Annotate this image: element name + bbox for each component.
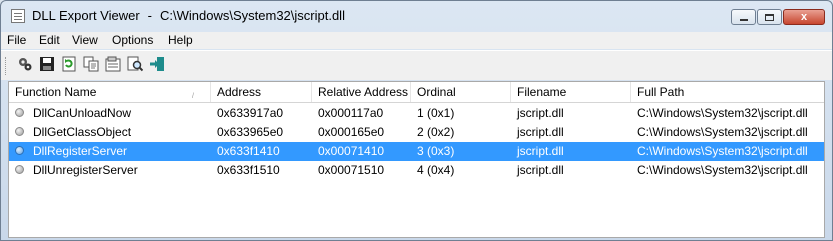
- cell-ordinal: 2 (0x2): [417, 125, 455, 139]
- cell-relative: 0x00071410: [318, 144, 385, 158]
- table-row[interactable]: DllGetClassObject 0x633965e0 0x000165e0 2 (…: [9, 123, 824, 142]
- column-label: Filename: [517, 85, 567, 99]
- cell-name: DllRegisterServer: [33, 144, 128, 158]
- maximize-button[interactable]: [757, 9, 782, 25]
- toolbar-grip[interactable]: [5, 57, 8, 75]
- table-row[interactable]: DllUnregisterServer 0x633f1510 0x00071510 4…: [9, 161, 824, 180]
- dll-export-viewer-window: DLL Export Viewer - C:\Windows\System32\js…: [0, 0, 833, 241]
- cell-address: 0x633965e0: [217, 125, 284, 139]
- cell-filename: jscript.dll: [517, 106, 564, 120]
- app-icon: [11, 9, 25, 23]
- copy-icon[interactable]: [83, 56, 99, 72]
- cell-address: 0x633f1410: [217, 144, 280, 158]
- column-header-function-name[interactable]: Function Name /: [9, 82, 211, 102]
- cell-filename: jscript.dll: [517, 125, 564, 139]
- table-row[interactable]: DllCanUnloadNow 0x633917a0 0x000117a0 1 (0x…: [9, 104, 824, 123]
- cell-name: DllUnregisterServer: [33, 163, 138, 177]
- table-row[interactable]: DllRegisterServer 0x633f1410 0x00071410 3 (…: [9, 142, 824, 161]
- column-label: Relative Address: [318, 85, 409, 99]
- cell-path: C:\Windows\System32\jscript.dll: [637, 106, 808, 120]
- cell-name: DllGetClassObject: [33, 125, 132, 139]
- cell-ordinal: 3 (0x3): [417, 144, 455, 158]
- column-header-filename[interactable]: Filename: [511, 82, 631, 102]
- function-bullet-icon: [15, 146, 24, 155]
- file-path-title: C:\Windows\System32\jscript.dll: [160, 8, 345, 23]
- title-bar[interactable]: DLL Export Viewer - C:\Windows\System32\js…: [1, 1, 832, 31]
- cell-ordinal: 1 (0x1): [417, 106, 455, 120]
- close-icon: x: [800, 10, 808, 23]
- cell-address: 0x633f1510: [217, 163, 280, 177]
- menu-bar: File Edit View Options Help: [1, 32, 832, 49]
- column-header-ordinal[interactable]: Ordinal: [411, 82, 511, 102]
- minimize-icon: [739, 19, 748, 21]
- app-name: DLL Export Viewer: [32, 8, 140, 23]
- column-label: Ordinal: [417, 85, 456, 99]
- close-button[interactable]: x: [783, 9, 825, 25]
- cell-path: C:\Windows\System32\jscript.dll: [637, 163, 808, 177]
- menu-edit[interactable]: Edit: [39, 33, 60, 47]
- cell-filename: jscript.dll: [517, 163, 564, 177]
- exit-icon[interactable]: [149, 56, 165, 72]
- title-separator: -: [147, 8, 153, 23]
- menu-options[interactable]: Options: [112, 33, 153, 47]
- column-header-full-path[interactable]: Full Path: [631, 82, 824, 102]
- function-bullet-icon: [15, 108, 24, 117]
- cell-path: C:\Windows\System32\jscript.dll: [637, 144, 808, 158]
- cell-name: DllCanUnloadNow: [33, 106, 132, 120]
- cell-filename: jscript.dll: [517, 144, 564, 158]
- cell-path: C:\Windows\System32\jscript.dll: [637, 125, 808, 139]
- column-header-address[interactable]: Address: [211, 82, 312, 102]
- toolbar: [1, 50, 832, 80]
- cell-relative: 0x000165e0: [318, 125, 385, 139]
- menu-help[interactable]: Help: [168, 33, 193, 47]
- find-icon[interactable]: [127, 56, 143, 72]
- caption-buttons: x: [731, 9, 825, 25]
- list-header: Function Name / Address Relative Address …: [9, 82, 824, 103]
- cell-ordinal: 4 (0x4): [417, 163, 455, 177]
- function-bullet-icon: [15, 127, 24, 136]
- window-title: DLL Export Viewer - C:\Windows\System32\js…: [32, 8, 345, 23]
- cell-relative: 0x00071510: [318, 163, 385, 177]
- minimize-button[interactable]: [731, 9, 756, 25]
- cell-relative: 0x000117a0: [318, 106, 384, 120]
- column-label: Function Name: [15, 85, 97, 99]
- cell-address: 0x633917a0: [217, 106, 284, 120]
- function-bullet-icon: [15, 165, 24, 174]
- menu-file[interactable]: File: [7, 33, 26, 47]
- menu-view[interactable]: View: [72, 33, 98, 47]
- column-label: Address: [217, 85, 262, 99]
- properties-gear-icon[interactable]: [17, 56, 33, 72]
- html-report-icon[interactable]: [105, 56, 121, 72]
- save-icon[interactable]: [39, 56, 55, 72]
- column-label: Full Path: [637, 85, 685, 99]
- exports-list[interactable]: Function Name / Address Relative Address …: [8, 81, 825, 238]
- maximize-icon: [765, 13, 774, 21]
- column-header-relative-address[interactable]: Relative Address: [312, 82, 411, 102]
- refresh-icon[interactable]: [61, 56, 77, 72]
